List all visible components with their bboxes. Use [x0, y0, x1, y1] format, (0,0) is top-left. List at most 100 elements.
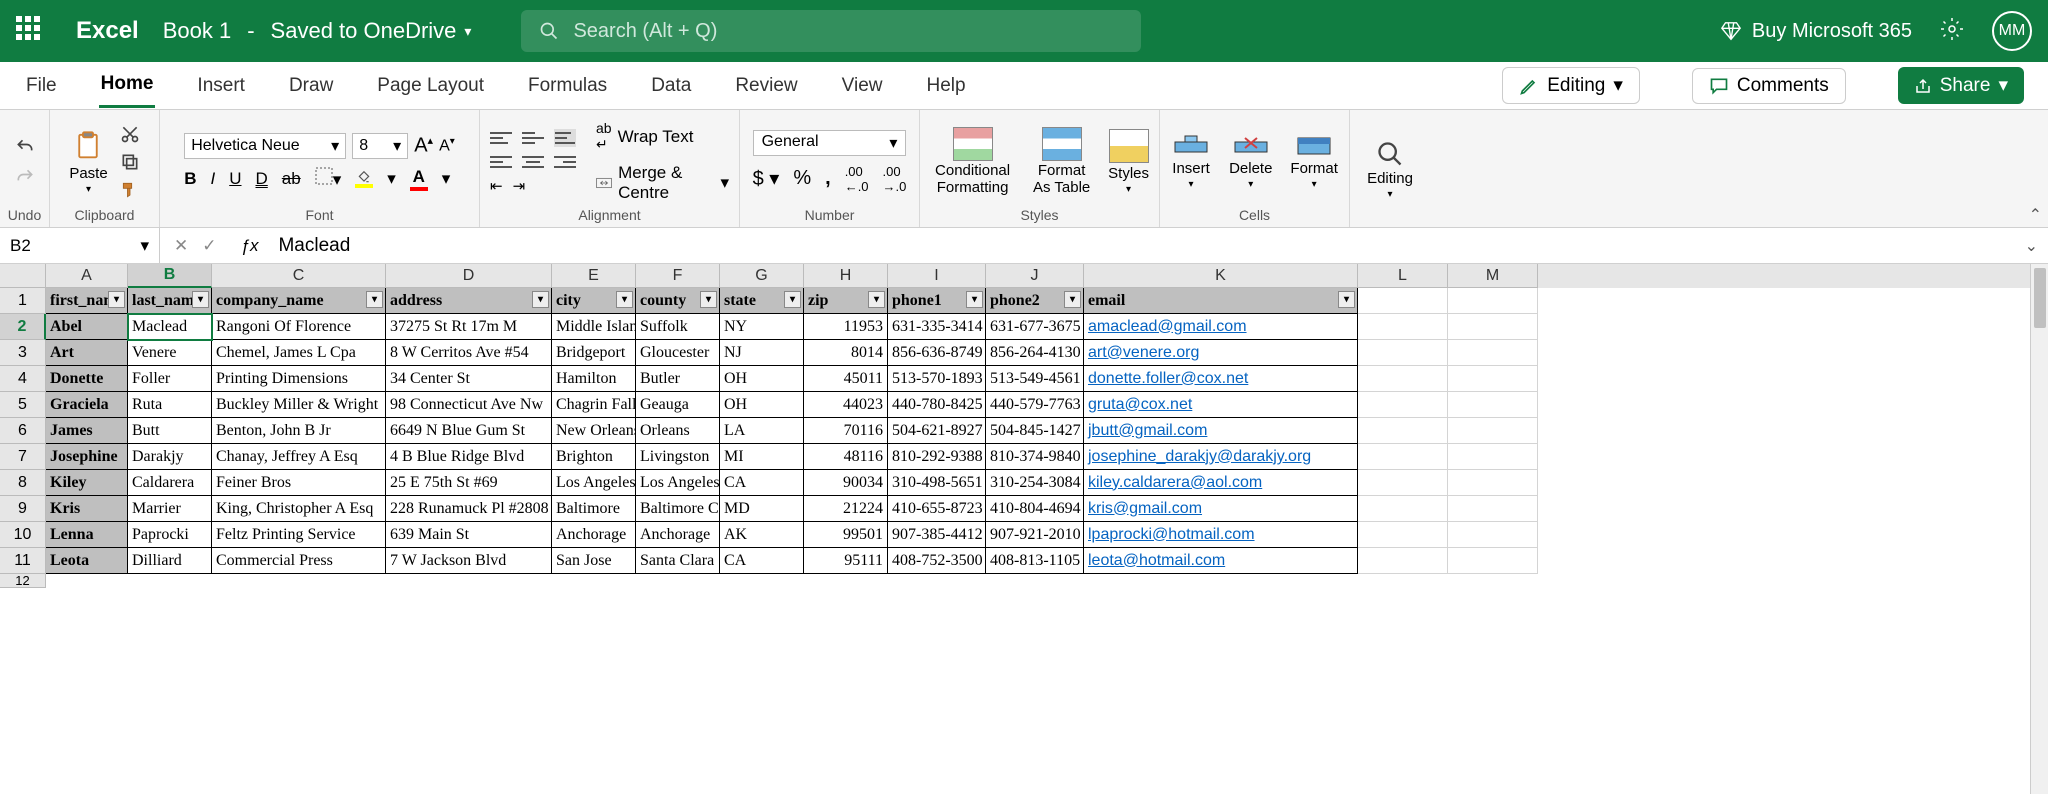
cell-J9[interactable]: 410-804-4694 [986, 496, 1084, 522]
header-cell-address[interactable]: address▾ [386, 288, 552, 314]
search-box[interactable] [521, 10, 1141, 52]
fx-icon[interactable]: ƒx [231, 236, 269, 256]
cell-D11[interactable]: 7 W Jackson Blvd [386, 548, 552, 574]
tab-insert[interactable]: Insert [195, 65, 247, 107]
column-header-E[interactable]: E [552, 264, 636, 288]
cell-E9[interactable]: Baltimore [552, 496, 636, 522]
cell-I7[interactable]: 810-292-9388 [888, 444, 986, 470]
paste-button[interactable]: Paste ▾ [69, 129, 107, 195]
cell-A11[interactable]: Leota [46, 548, 128, 574]
cell-E8[interactable]: Los Angeles [552, 470, 636, 496]
tab-formulas[interactable]: Formulas [526, 65, 609, 107]
cell-I10[interactable]: 907-385-4412 [888, 522, 986, 548]
collapse-ribbon-icon[interactable]: ⌃ [2029, 205, 2042, 225]
cell-A10[interactable]: Lenna [46, 522, 128, 548]
cell-A7[interactable]: Josephine [46, 444, 128, 470]
tab-help[interactable]: Help [924, 65, 967, 107]
underline-button[interactable]: U [229, 169, 241, 189]
tab-home[interactable]: Home [99, 63, 156, 108]
cell-A4[interactable]: Donette [46, 366, 128, 392]
cell-C3[interactable]: Chemel, James L Cpa [212, 340, 386, 366]
cell-D9[interactable]: 228 Runamuck Pl #2808 [386, 496, 552, 522]
cell-B6[interactable]: Butt [128, 418, 212, 444]
tab-review[interactable]: Review [733, 65, 799, 107]
cell-F8[interactable]: Los Angeles [636, 470, 720, 496]
cell-A9[interactable]: Kris [46, 496, 128, 522]
wrap-text-button[interactable]: ab↵Wrap Text [596, 120, 729, 153]
cell-E2[interactable]: Middle Island [552, 314, 636, 340]
increase-font-icon[interactable]: A▴ [414, 134, 433, 158]
row-header-6[interactable]: 6 [0, 418, 46, 444]
cell-H10[interactable]: 99501 [804, 522, 888, 548]
cell-D2[interactable]: 37275 St Rt 17m M [386, 314, 552, 340]
select-all-corner[interactable] [0, 264, 46, 288]
cell-M1[interactable] [1448, 288, 1538, 314]
column-header-B[interactable]: B [128, 264, 212, 288]
cell-G4[interactable]: OH [720, 366, 804, 392]
cell-L11[interactable] [1358, 548, 1448, 574]
cell-D3[interactable]: 8 W Cerritos Ave #54 [386, 340, 552, 366]
cell-B2[interactable]: Maclead [128, 314, 212, 340]
borders-button[interactable]: ▾ [315, 167, 342, 190]
cell-F5[interactable]: Geauga [636, 392, 720, 418]
cell-J7[interactable]: 810-374-9840 [986, 444, 1084, 470]
column-header-C[interactable]: C [212, 264, 386, 288]
cell-F11[interactable]: Santa Clara [636, 548, 720, 574]
header-cell-phone1[interactable]: phone1▾ [888, 288, 986, 314]
cell-E11[interactable]: San Jose [552, 548, 636, 574]
cell-C4[interactable]: Printing Dimensions [212, 366, 386, 392]
editing-mode-button[interactable]: Editing ▾ [1502, 67, 1640, 104]
editing-dropdown[interactable]: Editing▾ [1367, 140, 1413, 200]
cell-B5[interactable]: Ruta [128, 392, 212, 418]
cell-D5[interactable]: 98 Connecticut Ave Nw [386, 392, 552, 418]
filter-dropdown-icon[interactable]: ▾ [532, 291, 549, 308]
cell-L1[interactable] [1358, 288, 1448, 314]
align-middle-icon[interactable] [522, 129, 544, 147]
cell-F6[interactable]: Orleans [636, 418, 720, 444]
cell-F3[interactable]: Gloucester [636, 340, 720, 366]
cell-E4[interactable]: Hamilton [552, 366, 636, 392]
tab-page-layout[interactable]: Page Layout [375, 65, 486, 107]
cell-J3[interactable]: 856-264-4130 [986, 340, 1084, 366]
column-header-I[interactable]: I [888, 264, 986, 288]
align-bottom-icon[interactable] [554, 129, 576, 147]
cell-J5[interactable]: 440-579-7763 [986, 392, 1084, 418]
cell-H5[interactable]: 44023 [804, 392, 888, 418]
cell-F9[interactable]: Baltimore City [636, 496, 720, 522]
header-cell-phone2[interactable]: phone2▾ [986, 288, 1084, 314]
cell-C6[interactable]: Benton, John B Jr [212, 418, 386, 444]
header-cell-first_name[interactable]: first_name▾ [46, 288, 128, 314]
expand-formula-bar-icon[interactable]: ⌄ [2015, 236, 2048, 256]
cell-J11[interactable]: 408-813-1105 [986, 548, 1084, 574]
cell-C11[interactable]: Commercial Press [212, 548, 386, 574]
column-header-F[interactable]: F [636, 264, 720, 288]
cell-M11[interactable] [1448, 548, 1538, 574]
font-name-select[interactable]: Helvetica Neue▾ [184, 133, 346, 159]
column-header-L[interactable]: L [1358, 264, 1448, 288]
format-painter-icon[interactable] [120, 180, 140, 200]
cell-F4[interactable]: Butler [636, 366, 720, 392]
cell-L10[interactable] [1358, 522, 1448, 548]
cell-I2[interactable]: 631-335-3414 [888, 314, 986, 340]
cell-C8[interactable]: Feiner Bros [212, 470, 386, 496]
cell-B3[interactable]: Venere [128, 340, 212, 366]
align-center-icon[interactable] [522, 153, 544, 171]
cell-J4[interactable]: 513-549-4561 [986, 366, 1084, 392]
cell-K9[interactable]: kris@gmail.com [1084, 496, 1358, 522]
cell-K4[interactable]: donette.foller@cox.net [1084, 366, 1358, 392]
cell-G7[interactable]: MI [720, 444, 804, 470]
cell-H2[interactable]: 11953 [804, 314, 888, 340]
cell-L9[interactable] [1358, 496, 1448, 522]
font-color-button[interactable]: A [410, 167, 428, 191]
increase-decimal-icon[interactable]: .00←.0 [845, 164, 869, 194]
cell-M9[interactable] [1448, 496, 1538, 522]
cell-J2[interactable]: 631-677-3675 [986, 314, 1084, 340]
cell-H9[interactable]: 21224 [804, 496, 888, 522]
user-avatar[interactable]: MM [1992, 11, 2032, 51]
decrease-font-icon[interactable]: A▾ [439, 136, 455, 155]
copy-icon[interactable] [120, 152, 140, 172]
merge-centre-button[interactable]: Merge & Centre ▾ [596, 163, 729, 203]
header-cell-county[interactable]: county▾ [636, 288, 720, 314]
filter-dropdown-icon[interactable]: ▾ [108, 291, 125, 308]
cell-H8[interactable]: 90034 [804, 470, 888, 496]
